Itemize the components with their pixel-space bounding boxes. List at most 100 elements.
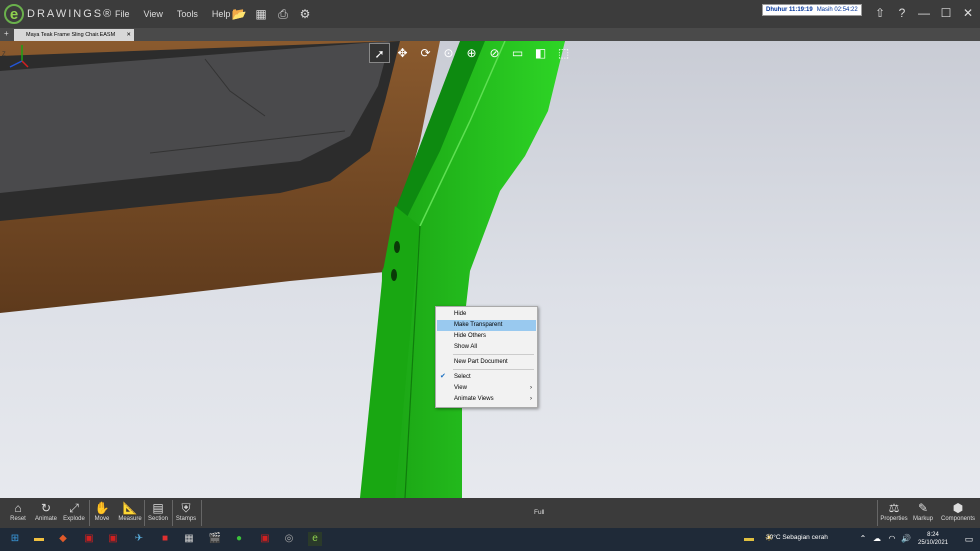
home-icon: ⌂ [14, 501, 22, 515]
ctx-make-transparent[interactable]: Make Transparent [437, 320, 536, 331]
app-icon[interactable]: ▣ [106, 532, 120, 546]
folder-icon[interactable]: ▬ [742, 532, 756, 546]
ctx-hide-others[interactable]: Hide Others [437, 331, 536, 342]
reset-button[interactable]: ⌂ Reset [4, 500, 32, 522]
markup-button[interactable]: ✎ Markup [909, 500, 937, 522]
timer-label: Dhuhur 11:19:19 [766, 7, 813, 13]
components-button[interactable]: ⬢ Components [941, 500, 975, 522]
section-button[interactable]: ▤ Section [144, 500, 172, 522]
section-icon: ▤ [152, 501, 164, 515]
solidworks-icon[interactable]: ▣ [82, 532, 96, 546]
3d-viewport[interactable]: ➚ ✥ ⟳ ⊙ ⊕ ⊘ ▭ ◧ ⬚ Hide Make Transparent … [0, 41, 980, 498]
brave-icon[interactable]: ◆ [56, 532, 70, 546]
measure-icon: 📐 [122, 501, 138, 515]
components-label: Components [941, 516, 976, 522]
ctx-hide[interactable]: Hide [437, 309, 536, 320]
stamps-icon: ⛨ [181, 501, 191, 515]
animate-button[interactable]: ↻ Animate [32, 500, 60, 522]
section-label: Section [147, 516, 168, 522]
stamps-button[interactable]: ⛨ Stamps [172, 500, 200, 522]
zoom-icon[interactable]: ⊘ [484, 43, 505, 63]
properties-label: Properties [880, 516, 908, 522]
select-icon[interactable]: ➚ [369, 43, 390, 63]
document-tab[interactable]: Maya Teak Frame Sling Chair.EASM ✕ [14, 29, 134, 41]
style-icon[interactable]: ◧ [530, 43, 551, 63]
settings-icon[interactable]: ⚙ [296, 6, 314, 22]
tab-title: Maya Teak Frame Sling Chair.EASM [26, 32, 116, 38]
network-icon[interactable]: ☁ [870, 532, 884, 546]
ctx-separator [453, 369, 534, 370]
ctx-view-label: View [454, 385, 467, 391]
explode-icon: ⤢ [69, 501, 79, 515]
explode-button[interactable]: ⤢ Explode [60, 500, 88, 522]
display-icon[interactable]: ▭ [507, 43, 528, 63]
markup-icon: ✎ [917, 501, 929, 515]
app-icon[interactable]: ◎ [282, 532, 296, 546]
submenu-arrow-icon: › [530, 396, 532, 402]
wifi-icon[interactable]: ◠ [885, 532, 899, 546]
display-mode-label: Full [534, 509, 545, 516]
document-tab-bar: + Maya Teak Frame Sling Chair.EASM ✕ [0, 28, 980, 41]
save-icon[interactable]: ▦ [252, 6, 270, 22]
toolbar-divider [877, 500, 878, 526]
start-icon[interactable]: ⊞ [8, 532, 22, 546]
reset-label: Reset [10, 516, 26, 522]
timer-remaining: Masih 02:54:22 [816, 7, 858, 13]
system-clock[interactable]: 8:24 25/10/2021 [918, 531, 948, 547]
ctx-show-all[interactable]: Show All [437, 342, 536, 353]
prayer-timer: Dhuhur 11:19:19 Masih 02:54:22 [762, 4, 862, 16]
minimize-icon[interactable]: — [916, 5, 932, 21]
calculator-icon[interactable]: ▦ [182, 532, 196, 546]
move-label: Move [94, 516, 110, 522]
clapper-icon[interactable]: 🎬 [208, 532, 222, 546]
ctx-animate-views[interactable]: Animate Views › [437, 394, 536, 405]
model-render [0, 41, 565, 498]
measure-button[interactable]: 📐 Measure [116, 500, 144, 522]
upload-icon[interactable]: ⇧ [872, 5, 888, 21]
tab-close-icon[interactable]: ✕ [126, 29, 131, 41]
print-icon[interactable]: ⎙ [274, 6, 292, 22]
ctx-view[interactable]: View › [437, 383, 536, 394]
components-icon: ⬢ [952, 501, 964, 515]
new-tab-button[interactable]: + [4, 29, 9, 38]
app-icon[interactable]: ▣ [258, 532, 272, 546]
pan-icon[interactable]: ✥ [392, 43, 413, 63]
view-toolbar: ➚ ✥ ⟳ ⊙ ⊕ ⊘ ▭ ◧ ⬚ [369, 43, 574, 63]
whatsapp-icon[interactable]: ● [232, 532, 246, 546]
window-controls: ⇧ ? — ☐ ✕ [872, 5, 976, 21]
rotate-icon[interactable]: ⟳ [415, 43, 436, 63]
menu-view[interactable]: View [137, 6, 170, 22]
menu-tools[interactable]: Tools [170, 6, 205, 22]
stamps-label: Stamps [175, 516, 197, 522]
weather-text: 30°C Sebagian cerah [766, 534, 828, 541]
menu-file[interactable]: File [108, 6, 137, 22]
view-cube-icon[interactable]: ⬚ [553, 43, 574, 63]
ctx-new-part-document[interactable]: New Part Document [437, 357, 536, 368]
animate-label: Animate [34, 516, 57, 522]
bolt-hole-2 [391, 269, 397, 281]
open-icon[interactable]: 📂 [230, 6, 248, 22]
properties-button[interactable]: ⚖ Properties [880, 500, 908, 522]
notification-icon[interactable]: ▭ [962, 532, 976, 546]
app-icon[interactable]: ■ [158, 532, 172, 546]
move-button[interactable]: ✋ Move [88, 500, 116, 522]
volume-icon[interactable]: 🔊 [899, 532, 913, 546]
move-icon: ✋ [94, 501, 110, 515]
file-explorer-icon[interactable]: ▬ [32, 532, 46, 546]
edrawings-taskbar-icon[interactable]: e [308, 532, 322, 546]
ctx-select[interactable]: Select [437, 372, 536, 383]
help-icon[interactable]: ? [894, 5, 910, 21]
close-icon[interactable]: ✕ [960, 5, 976, 21]
measure-label: Measure [118, 516, 142, 522]
zoom-area-icon[interactable]: ⊕ [461, 43, 482, 63]
zoom-fit-icon[interactable]: ⊙ [438, 43, 459, 63]
chevron-up-icon[interactable]: ⌃ [856, 532, 870, 546]
edrawings-logo: e DRAWINGS® [4, 3, 113, 25]
axis-triad: Z [2, 45, 29, 68]
menu-bar: File View Tools Help [108, 6, 237, 22]
app-icon[interactable]: ✈ [132, 532, 146, 546]
maximize-icon[interactable]: ☐ [938, 5, 954, 21]
title-bar: e DRAWINGS® File View Tools Help 📂 ▦ ⎙ ⚙… [0, 0, 980, 28]
bolt-hole-1 [394, 241, 400, 253]
markup-label: Markup [912, 516, 933, 522]
